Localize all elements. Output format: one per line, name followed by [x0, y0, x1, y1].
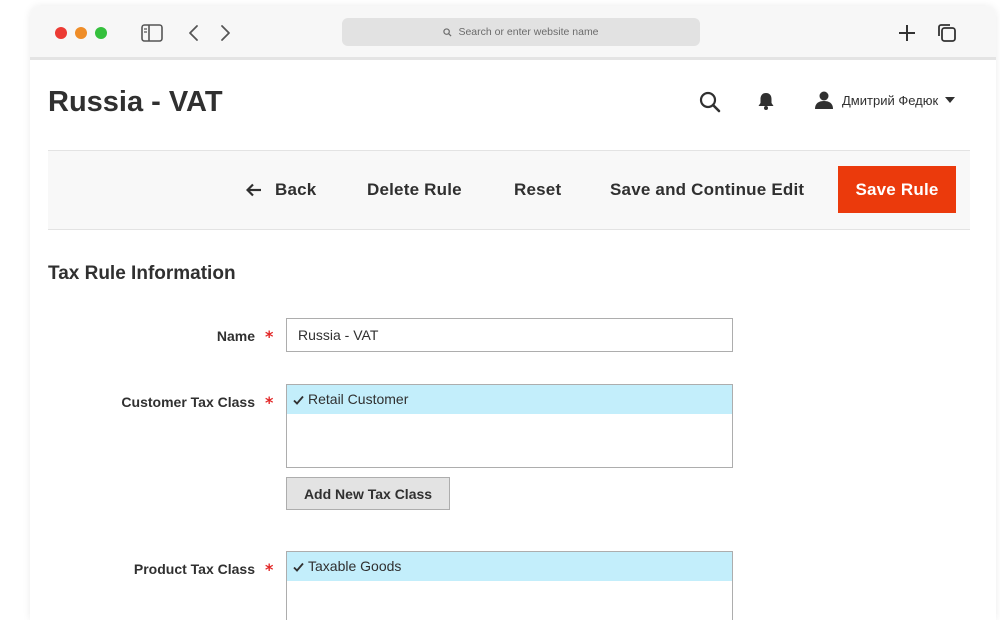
required-star: * — [265, 393, 274, 412]
customer-tax-class-option[interactable]: Retail Customer — [287, 385, 732, 414]
user-menu[interactable]: Дмитрий Федюк — [814, 90, 956, 110]
caret-down-icon — [945, 97, 956, 103]
arrow-left-icon — [246, 183, 262, 197]
minimize-window-button[interactable] — [75, 27, 87, 39]
required-star: * — [265, 327, 274, 346]
user-name: Дмитрий Федюк — [842, 92, 939, 108]
save-and-continue-button[interactable]: Save and Continue Edit — [610, 173, 804, 207]
product-tax-class-label: Product Tax Class — [133, 561, 255, 577]
back-button[interactable]: Back — [246, 173, 316, 207]
delete-rule-button[interactable]: Delete Rule — [367, 173, 462, 207]
browser-toolbar: Search or enter website name — [30, 6, 996, 60]
bell-icon[interactable] — [756, 91, 776, 115]
maximize-window-button[interactable] — [95, 27, 107, 39]
reset-button[interactable]: Reset — [514, 173, 561, 207]
sidebar-icon[interactable] — [140, 21, 164, 45]
option-label: Retail Customer — [308, 391, 409, 407]
user-icon — [814, 90, 834, 110]
save-rule-button[interactable]: Save Rule — [838, 166, 956, 213]
check-icon — [293, 395, 304, 405]
page-title: Russia - VAT — [48, 86, 223, 118]
back-label: Back — [275, 180, 317, 199]
plus-icon[interactable] — [895, 21, 919, 45]
page-actions-bar: Back Delete Rule Reset Save and Continue… — [48, 151, 970, 230]
customer-tax-class-select[interactable]: Retail Customer — [286, 384, 733, 468]
tabs-icon[interactable] — [935, 21, 959, 45]
check-icon — [293, 562, 304, 572]
customer-tax-class-label: Customer Tax Class — [121, 394, 255, 410]
address-bar[interactable]: Search or enter website name — [342, 18, 700, 46]
add-new-tax-class-button[interactable]: Add New Tax Class — [286, 477, 450, 510]
product-tax-class-select[interactable]: Taxable Goods — [286, 551, 733, 620]
name-label: Name — [216, 328, 255, 344]
section-title: Tax Rule Information — [48, 263, 236, 284]
search-icon — [443, 27, 452, 37]
address-placeholder: Search or enter website name — [458, 26, 599, 38]
chevron-right-icon[interactable] — [213, 21, 237, 45]
option-label: Taxable Goods — [308, 558, 402, 574]
search-icon[interactable] — [698, 90, 722, 118]
product-tax-class-option[interactable]: Taxable Goods — [287, 552, 732, 581]
browser-window: Search or enter website name Russia - VA… — [30, 6, 996, 620]
close-window-button[interactable] — [55, 27, 67, 39]
required-star: * — [265, 560, 274, 579]
chevron-left-icon[interactable] — [182, 21, 206, 45]
name-input[interactable] — [286, 318, 733, 352]
